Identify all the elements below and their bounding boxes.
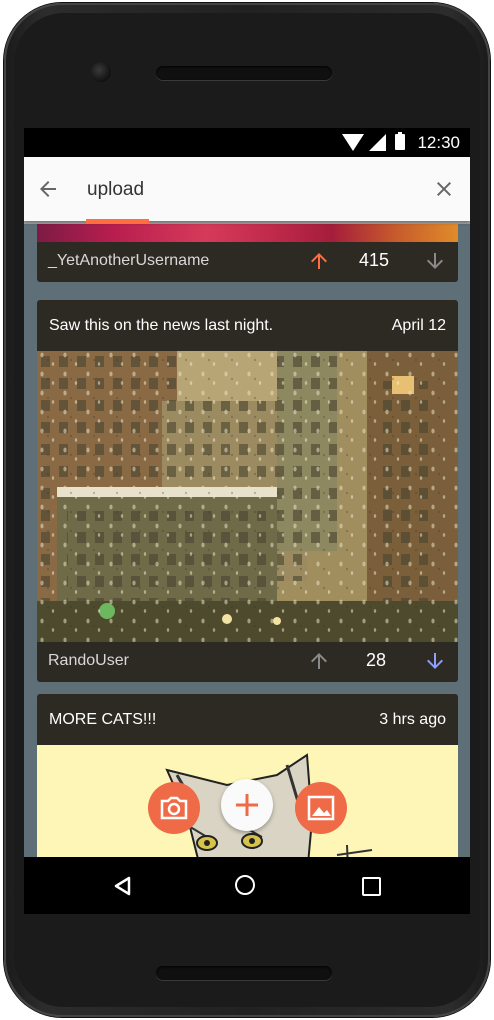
add-icon <box>236 794 258 816</box>
search-cursor-underline <box>86 219 149 223</box>
gallery-button[interactable] <box>295 782 347 834</box>
post-caption: Saw this on the news last night. <box>49 317 274 334</box>
status-time: 12:30 <box>417 133 460 152</box>
nav-back-icon[interactable] <box>113 876 131 896</box>
add-button[interactable] <box>221 779 273 831</box>
post-header: MORE CATS!!! 3 hrs ago <box>37 694 458 745</box>
post-time: April 12 <box>391 317 446 334</box>
nav-home-icon[interactable] <box>235 875 255 895</box>
post-header: Saw this on the news last night. April 1… <box>37 300 458 351</box>
post-card[interactable]: _YetAnotherUsername 415 <box>37 218 458 282</box>
post-username[interactable]: _YetAnotherUsername <box>48 252 209 270</box>
post-footer: RandoUser 28 <box>37 642 458 682</box>
post-score: 28 <box>366 650 387 670</box>
post-footer: _YetAnotherUsername 415 <box>37 242 458 282</box>
upvote-arrow-icon[interactable] <box>307 649 331 673</box>
front-camera <box>91 62 111 82</box>
post-time: 3 hrs ago <box>379 711 446 728</box>
post-caption: MORE CATS!!! <box>49 711 157 728</box>
screen: 12:30 upload _YetAnotherUsername 415 Saw… <box>24 128 470 914</box>
post-card[interactable]: Saw this on the news last night. April 1… <box>37 300 458 682</box>
downvote-arrow-icon[interactable] <box>423 249 447 273</box>
feed: _YetAnotherUsername 415 Saw this on the … <box>24 218 470 894</box>
search-bar: upload <box>24 157 470 223</box>
navigation-bar <box>24 857 470 914</box>
camera-icon <box>160 796 188 820</box>
wifi-icon <box>342 134 364 151</box>
signal-icon <box>369 134 386 151</box>
post-image[interactable] <box>37 351 458 642</box>
status-bar: 12:30 <box>24 128 470 157</box>
battery-icon <box>395 132 405 150</box>
earpiece-speaker <box>156 66 332 80</box>
upvote-arrow-icon[interactable] <box>307 249 331 273</box>
gallery-icon <box>307 795 335 821</box>
camera-button[interactable] <box>148 782 200 834</box>
close-icon[interactable] <box>432 177 456 201</box>
downvote-arrow-icon[interactable] <box>423 649 447 673</box>
search-input[interactable]: upload <box>87 179 144 201</box>
bottom-speaker <box>156 966 332 980</box>
city-rain-photo <box>37 351 458 642</box>
nav-recents-icon[interactable] <box>362 877 381 896</box>
post-score: 415 <box>359 250 390 270</box>
post-username[interactable]: RandoUser <box>48 652 129 670</box>
back-arrow-icon[interactable] <box>36 177 60 201</box>
